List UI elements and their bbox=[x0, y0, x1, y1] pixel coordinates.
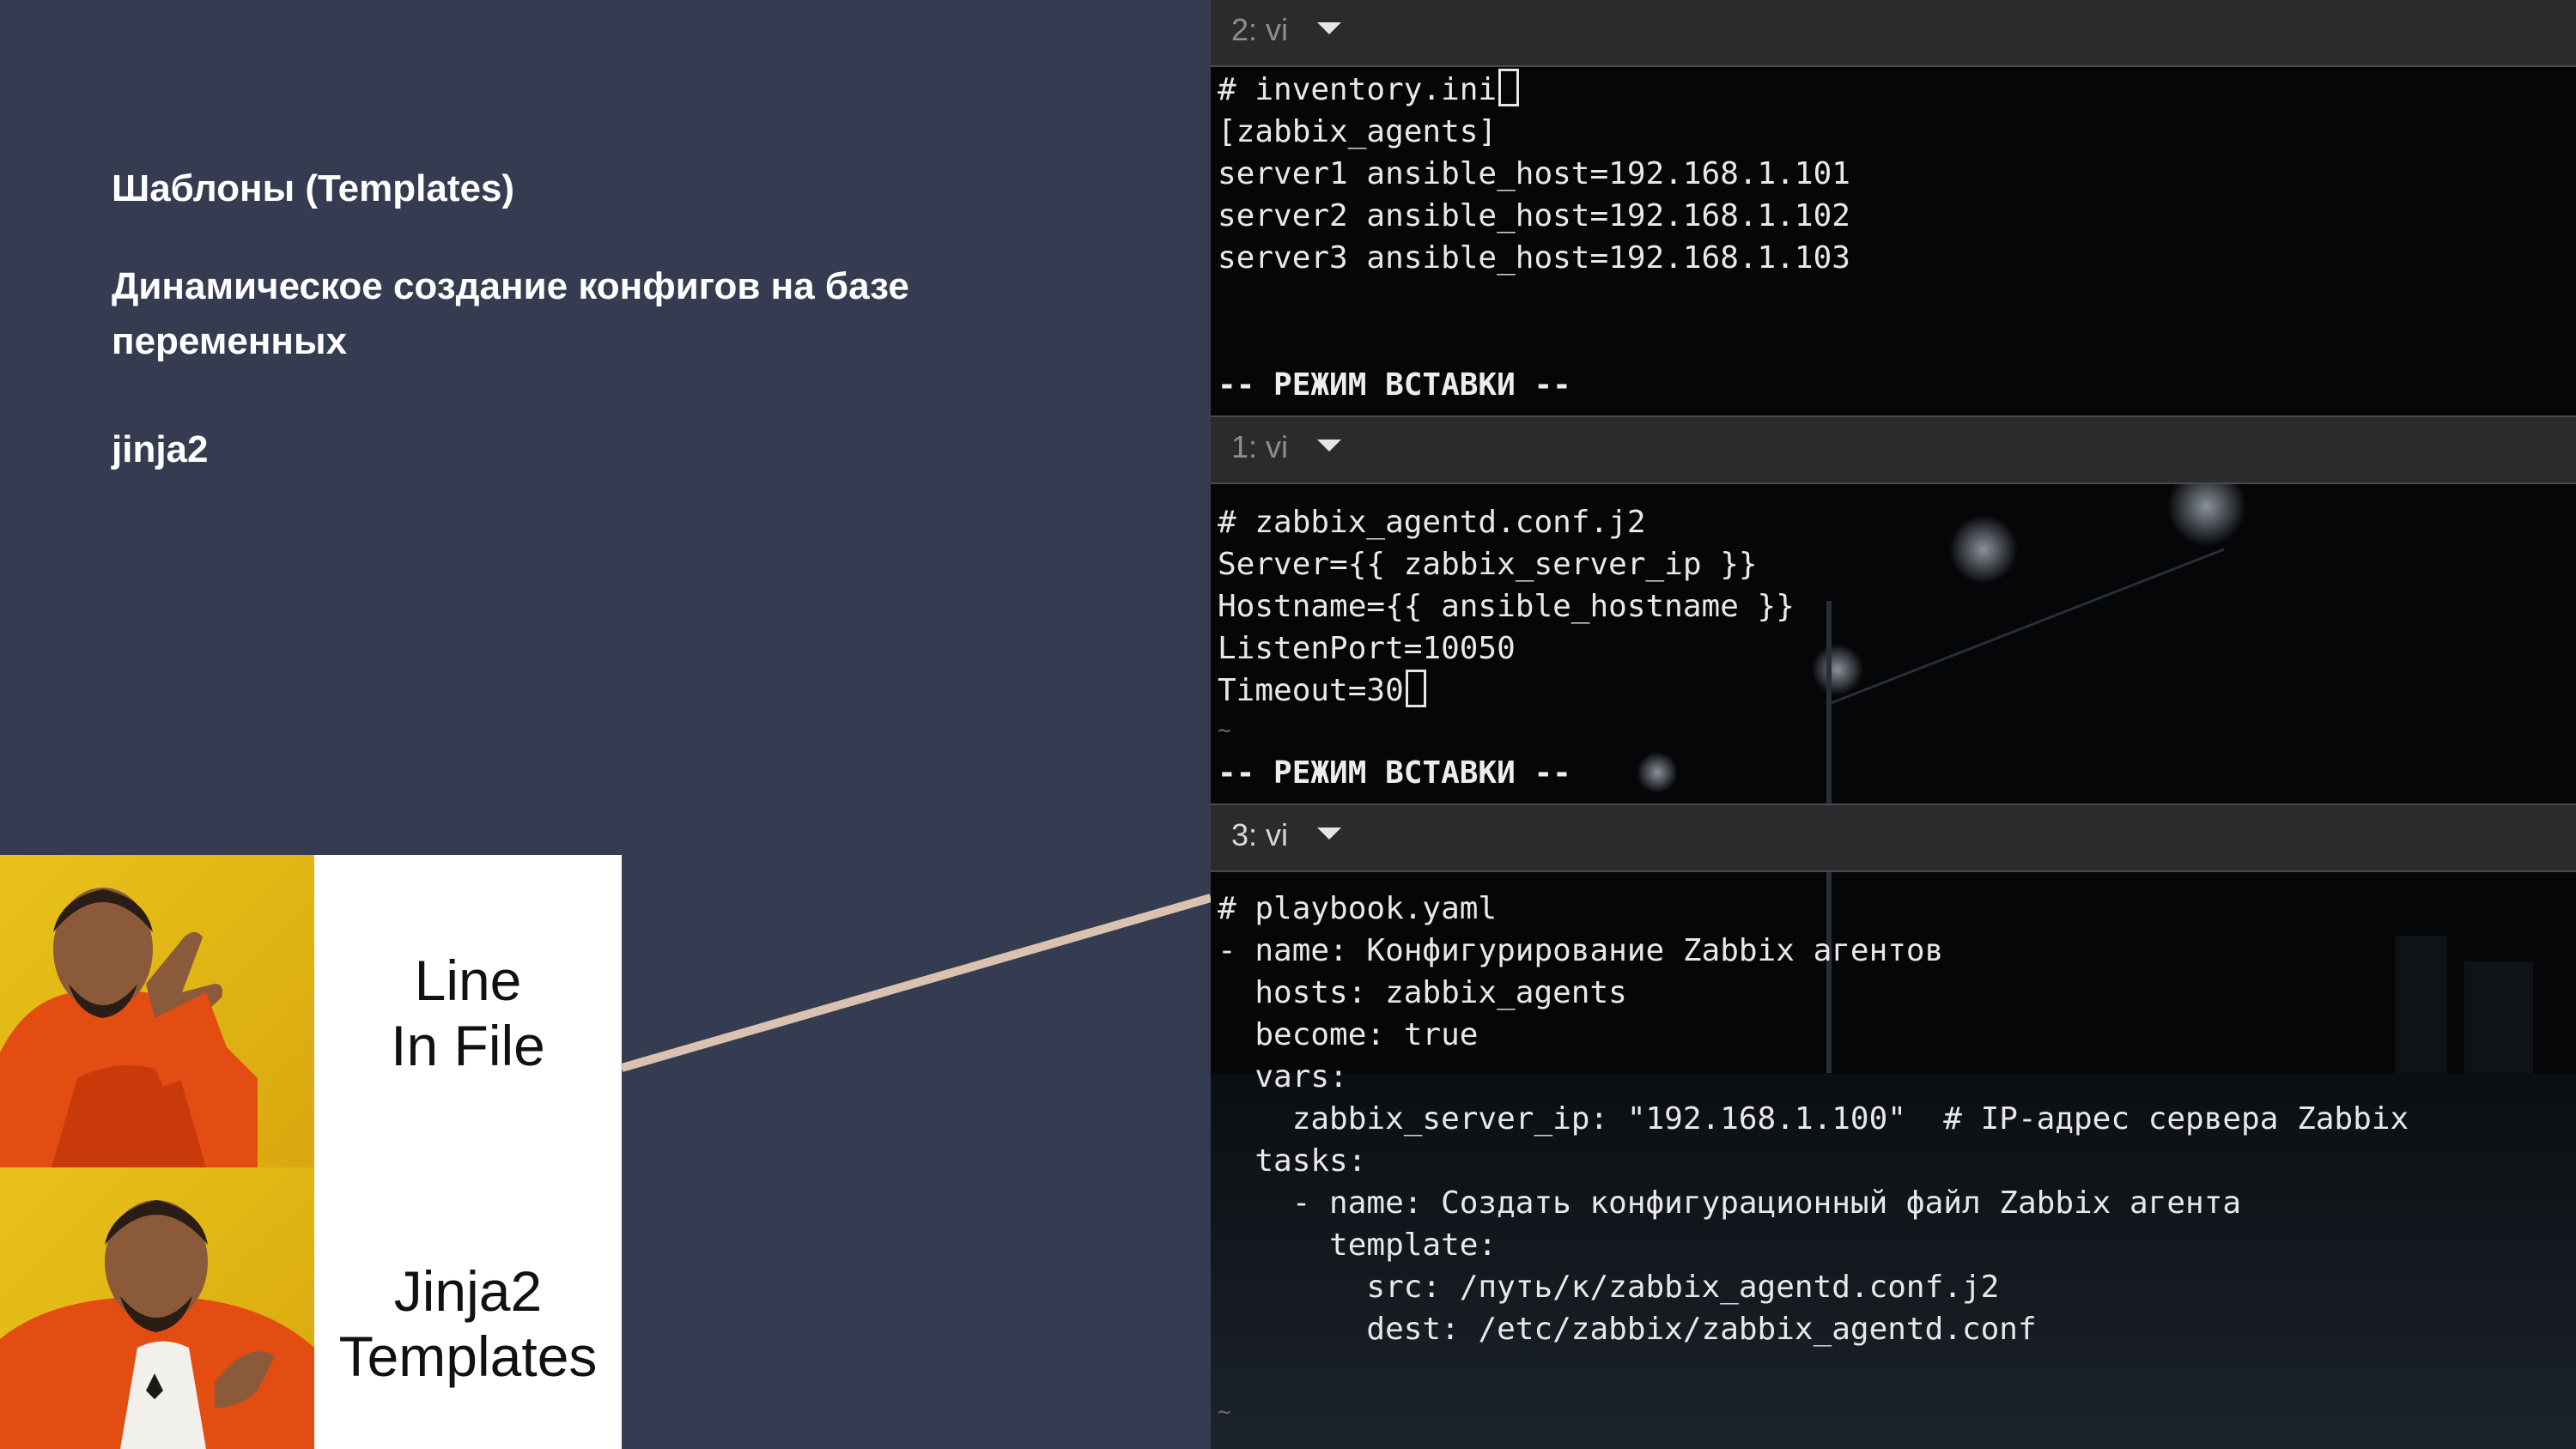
code-line: server1 ansible_host=192.168.1.101 bbox=[1218, 156, 1850, 191]
drake-meme: Line In File Jinja2 Templates bbox=[0, 855, 622, 1449]
code-line: become: true bbox=[1218, 1017, 1479, 1052]
code-line: # inventory.ini bbox=[1218, 72, 1498, 107]
pane-tab-label: 1: vi bbox=[1231, 429, 1289, 464]
empty-line-marker: ~ bbox=[1218, 718, 1231, 743]
code-line: Server={{ zabbix_server_ip }} bbox=[1218, 547, 1758, 582]
code-line: Hostname={{ ansible_hostname }} bbox=[1218, 589, 1795, 624]
template-editor[interactable]: # zabbix_agentd.conf.j2 Server={{ zabbix_… bbox=[1218, 501, 1795, 712]
pane-tab-playbook[interactable]: 3: vi bbox=[1211, 803, 2576, 872]
code-line: ListenPort=10050 bbox=[1218, 631, 1516, 666]
playbook-editor[interactable]: # playbook.yaml - name: Конфигурирование … bbox=[1218, 888, 2409, 1350]
pane-tab-template[interactable]: 1: vi bbox=[1211, 415, 2576, 484]
text-cursor bbox=[1405, 670, 1426, 707]
empty-line-marker: ~ bbox=[1218, 1399, 1231, 1425]
vim-mode-indicator: -- РЕЖИМ ВСТАВКИ -- bbox=[1218, 367, 1571, 403]
pane-tab-label: 2: vi bbox=[1231, 12, 1289, 47]
meme-photo-disapprove bbox=[0, 855, 314, 1167]
code-line: tasks: bbox=[1218, 1143, 1367, 1179]
code-line: src: /путь/к/zabbix_agentd.conf.j2 bbox=[1218, 1270, 2000, 1305]
code-line: # playbook.yaml bbox=[1218, 891, 1498, 926]
meme-caption-approved: Jinja2 Templates bbox=[338, 1259, 598, 1388]
code-line: hosts: zabbix_agents bbox=[1218, 975, 1627, 1010]
code-line: server3 ansible_host=192.168.1.103 bbox=[1218, 240, 1850, 276]
pane-tab-label: 3: vi bbox=[1231, 817, 1289, 852]
code-line: - name: Создать конфигурационный файл Za… bbox=[1218, 1185, 2242, 1221]
code-line: server2 ansible_host=192.168.1.102 bbox=[1218, 198, 1850, 233]
approve-figure-image bbox=[0, 1200, 314, 1449]
code-line: - name: Конфигурирование Zabbix агентов bbox=[1218, 933, 1944, 968]
pane-tab-inventory[interactable]: 2: vi bbox=[1211, 0, 2576, 67]
code-line: vars: bbox=[1218, 1059, 1348, 1094]
slide-subtitle: Динамическое создание конфигов на базе п… bbox=[112, 265, 909, 362]
code-line: template: bbox=[1218, 1228, 1498, 1263]
code-line: # zabbix_agentd.conf.j2 bbox=[1218, 505, 1646, 540]
meme-photo-approve bbox=[0, 1167, 314, 1449]
inventory-editor[interactable]: # inventory.ini [zabbix_agents] server1 an… bbox=[1218, 69, 1850, 279]
disapprove-figure-image bbox=[0, 888, 258, 1167]
meme-caption-rejected: Line In File bbox=[391, 949, 545, 1077]
code-line: dest: /etc/zabbix/zabbix_agentd.conf bbox=[1218, 1312, 2037, 1347]
vim-mode-indicator: -- РЕЖИМ ВСТАВКИ -- bbox=[1218, 755, 1571, 791]
chevron-down-icon[interactable] bbox=[1317, 22, 1341, 34]
slide-title: Шаблоны (Templates) bbox=[112, 167, 515, 209]
text-cursor bbox=[1498, 69, 1520, 106]
code-line: zabbix_server_ip: "192.168.1.100" # IP-а… bbox=[1218, 1101, 2409, 1137]
code-line: Timeout=30 bbox=[1218, 673, 1404, 708]
code-line: [zabbix_agents] bbox=[1218, 114, 1498, 149]
terminal-window: 2: vi # inventory.ini [zabbix_agents]serv… bbox=[1211, 0, 2576, 1449]
slide-tag: jinja2 bbox=[112, 428, 209, 470]
chevron-down-icon[interactable] bbox=[1317, 440, 1341, 452]
chevron-down-icon[interactable] bbox=[1317, 828, 1341, 840]
